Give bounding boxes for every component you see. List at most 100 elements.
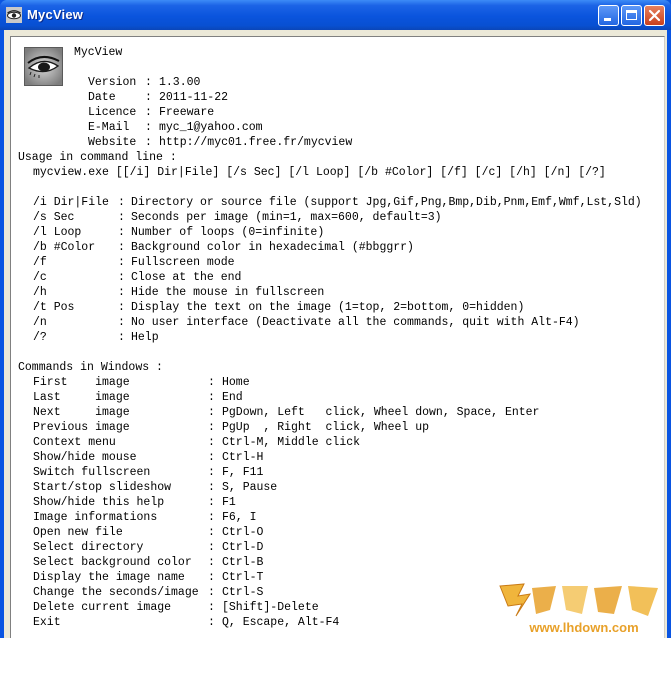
option-key: /n bbox=[33, 316, 47, 329]
option-key: /i Dir|File bbox=[33, 196, 109, 209]
separator: : bbox=[118, 331, 125, 344]
separator: : bbox=[208, 571, 215, 584]
separator: : bbox=[118, 271, 125, 284]
separator: : bbox=[208, 376, 215, 389]
separator: : bbox=[145, 136, 152, 149]
about-block: MycView Version:1.3.00 Date:2011-11-22 L… bbox=[74, 45, 352, 165]
app-name: MycView bbox=[74, 46, 123, 59]
separator: : bbox=[208, 451, 215, 464]
command-key: Switch fullscreen bbox=[33, 466, 151, 479]
option-key: /h bbox=[33, 286, 47, 299]
about-value: 2011-11-22 bbox=[159, 91, 229, 104]
command-value: [Shift]-Delete bbox=[222, 601, 319, 614]
app-logo bbox=[24, 47, 63, 86]
separator: : bbox=[208, 481, 215, 494]
separator: : bbox=[208, 556, 215, 569]
option-key: /f bbox=[33, 256, 47, 269]
separator: : bbox=[118, 301, 125, 314]
command-value: Ctrl-S bbox=[222, 586, 264, 599]
command-value: Ctrl-B bbox=[222, 556, 264, 569]
command-key: Previous image bbox=[33, 421, 130, 434]
separator: : bbox=[208, 466, 215, 479]
command-key: Show/hide this help bbox=[33, 496, 165, 509]
separator: : bbox=[118, 256, 125, 269]
command-key: Image informations bbox=[33, 511, 158, 524]
separator: : bbox=[118, 241, 125, 254]
command-key: Select directory bbox=[33, 541, 144, 554]
separator: : bbox=[145, 76, 152, 89]
command-key: Delete current image bbox=[33, 601, 172, 614]
separator: : bbox=[208, 526, 215, 539]
window-title: MycView bbox=[27, 7, 84, 22]
option-value: Seconds per image (min=1, max=600, defau… bbox=[131, 211, 442, 224]
separator: : bbox=[118, 316, 125, 329]
option-value: Help bbox=[131, 331, 159, 344]
option-value: Hide the mouse in fullscreen bbox=[131, 286, 325, 299]
command-key: Display the image name bbox=[33, 571, 185, 584]
maximize-button[interactable] bbox=[621, 5, 642, 26]
option-value: Close at the end bbox=[131, 271, 242, 284]
command-key: First image bbox=[33, 376, 130, 389]
about-key: Website bbox=[88, 136, 137, 149]
separator: : bbox=[145, 91, 152, 104]
separator: : bbox=[208, 391, 215, 404]
separator: : bbox=[208, 421, 215, 434]
email-value: myc_1@yahoo.com bbox=[159, 121, 263, 134]
command-value: Home bbox=[222, 376, 250, 389]
title-bar[interactable]: MycView bbox=[0, 0, 671, 30]
command-key: Select background color bbox=[33, 556, 192, 569]
command-value: F6, I bbox=[222, 511, 257, 524]
option-value: Directory or source file (support Jpg,Gi… bbox=[131, 196, 642, 209]
minimize-icon bbox=[604, 18, 611, 21]
maximize-icon bbox=[626, 10, 637, 20]
app-window: MycView MycView Version: 1.3.00 Date: … bbox=[0, 0, 671, 638]
separator: : bbox=[208, 496, 215, 509]
command-key: Show/hide mouse bbox=[33, 451, 137, 464]
usage-heading: Usage in command line : bbox=[18, 151, 177, 164]
command-value: PgUp , Right click, Wheel up bbox=[222, 421, 430, 434]
separator: : bbox=[208, 406, 215, 419]
command-key: Open new file bbox=[33, 526, 123, 539]
about-value: Freeware bbox=[159, 106, 215, 119]
command-key: Last image bbox=[33, 391, 130, 404]
separator: : bbox=[208, 436, 215, 449]
option-key: /t Pos bbox=[33, 301, 75, 314]
watermark-logo: www.lhdown.com bbox=[496, 580, 666, 636]
command-value: PgDown, Left click, Wheel down, Space, E… bbox=[222, 406, 540, 419]
separator: : bbox=[208, 601, 215, 614]
separator: : bbox=[145, 121, 152, 134]
eye-icon[interactable] bbox=[6, 7, 22, 23]
command-value: End bbox=[222, 391, 243, 404]
separator: : bbox=[145, 106, 152, 119]
option-value: Fullscreen mode bbox=[131, 256, 235, 269]
option-value: Background color in hexadecimal (#bbggrr… bbox=[131, 241, 414, 254]
command-value: Ctrl-O bbox=[222, 526, 264, 539]
close-button[interactable] bbox=[644, 5, 665, 26]
option-key: /l Loop bbox=[33, 226, 82, 239]
option-key: /c bbox=[33, 271, 47, 284]
separator: : bbox=[208, 511, 215, 524]
usage-syntax: mycview.exe [[/i] Dir|File] [/s Sec] [/l… bbox=[33, 166, 606, 179]
command-value: Q, Escape, Alt-F4 bbox=[222, 616, 340, 629]
command-value: Ctrl-T bbox=[222, 571, 264, 584]
option-key: /? bbox=[33, 331, 47, 344]
commands-heading: Commands in Windows : bbox=[18, 361, 163, 374]
close-icon bbox=[648, 9, 661, 22]
command-value: S, Pause bbox=[222, 481, 278, 494]
command-key: Context menu bbox=[33, 436, 116, 449]
separator: : bbox=[208, 586, 215, 599]
command-value: Ctrl-M, Middle click bbox=[222, 436, 361, 449]
command-key: Start/stop slideshow bbox=[33, 481, 172, 494]
command-key: Exit bbox=[33, 616, 61, 629]
separator: : bbox=[118, 196, 125, 209]
command-value: Ctrl-D bbox=[222, 541, 264, 554]
separator: : bbox=[118, 211, 125, 224]
option-value: No user interface (Deactivate all the co… bbox=[131, 316, 580, 329]
minimize-button[interactable] bbox=[598, 5, 619, 26]
separator: : bbox=[208, 616, 215, 629]
about-value: 1.3.00 bbox=[159, 76, 201, 89]
website-value: http://myc01.free.fr/mycview bbox=[159, 136, 353, 149]
command-value: F, F11 bbox=[222, 466, 264, 479]
separator: : bbox=[118, 286, 125, 299]
command-key: Next image bbox=[33, 406, 130, 419]
